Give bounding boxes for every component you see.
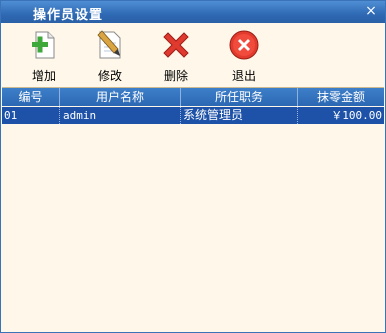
- add-label: 增加: [31, 69, 56, 83]
- cell-username: admin: [60, 107, 181, 124]
- table-header: 编号 用户名称 所任职务 抹零金额: [2, 88, 384, 106]
- edit-button[interactable]: 修改: [85, 27, 135, 83]
- delete-label: 删除: [163, 69, 188, 83]
- toolbar: 增加 修改 删除 退出: [1, 23, 385, 83]
- edit-pencil-icon: [97, 30, 121, 59]
- exit-label: 退出: [231, 69, 256, 83]
- operator-settings-window: 操作员设置 × 增加 修改 删除 退出 编号 用户名称 所任职务 抹零金额 01…: [0, 0, 386, 333]
- window-title: 操作员设置: [33, 8, 104, 23]
- close-button[interactable]: ×: [363, 3, 379, 19]
- column-header-id[interactable]: 编号: [2, 88, 60, 106]
- table-row[interactable]: 01 admin 系统管理员 ￥100.00: [2, 107, 384, 124]
- exit-button[interactable]: 退出: [219, 27, 269, 83]
- cell-position: 系统管理员: [181, 107, 298, 124]
- title-bar: 操作员设置 ×: [1, 1, 385, 23]
- operator-table: 编号 用户名称 所任职务 抹零金额 01 admin 系统管理员 ￥100.00: [2, 87, 384, 331]
- exit-circle-x-icon: [229, 30, 259, 60]
- column-header-position[interactable]: 所任职务: [181, 88, 298, 106]
- cell-id: 01: [2, 107, 60, 124]
- delete-x-icon: [163, 32, 189, 58]
- cell-rounding-amount: ￥100.00: [331, 109, 382, 122]
- column-header-rounding-amount[interactable]: 抹零金额: [298, 88, 384, 106]
- add-document-icon: [32, 31, 55, 59]
- column-header-username[interactable]: 用户名称: [60, 88, 181, 106]
- edit-label: 修改: [97, 69, 122, 83]
- add-button[interactable]: 增加: [19, 27, 69, 83]
- delete-button[interactable]: 删除: [151, 27, 201, 83]
